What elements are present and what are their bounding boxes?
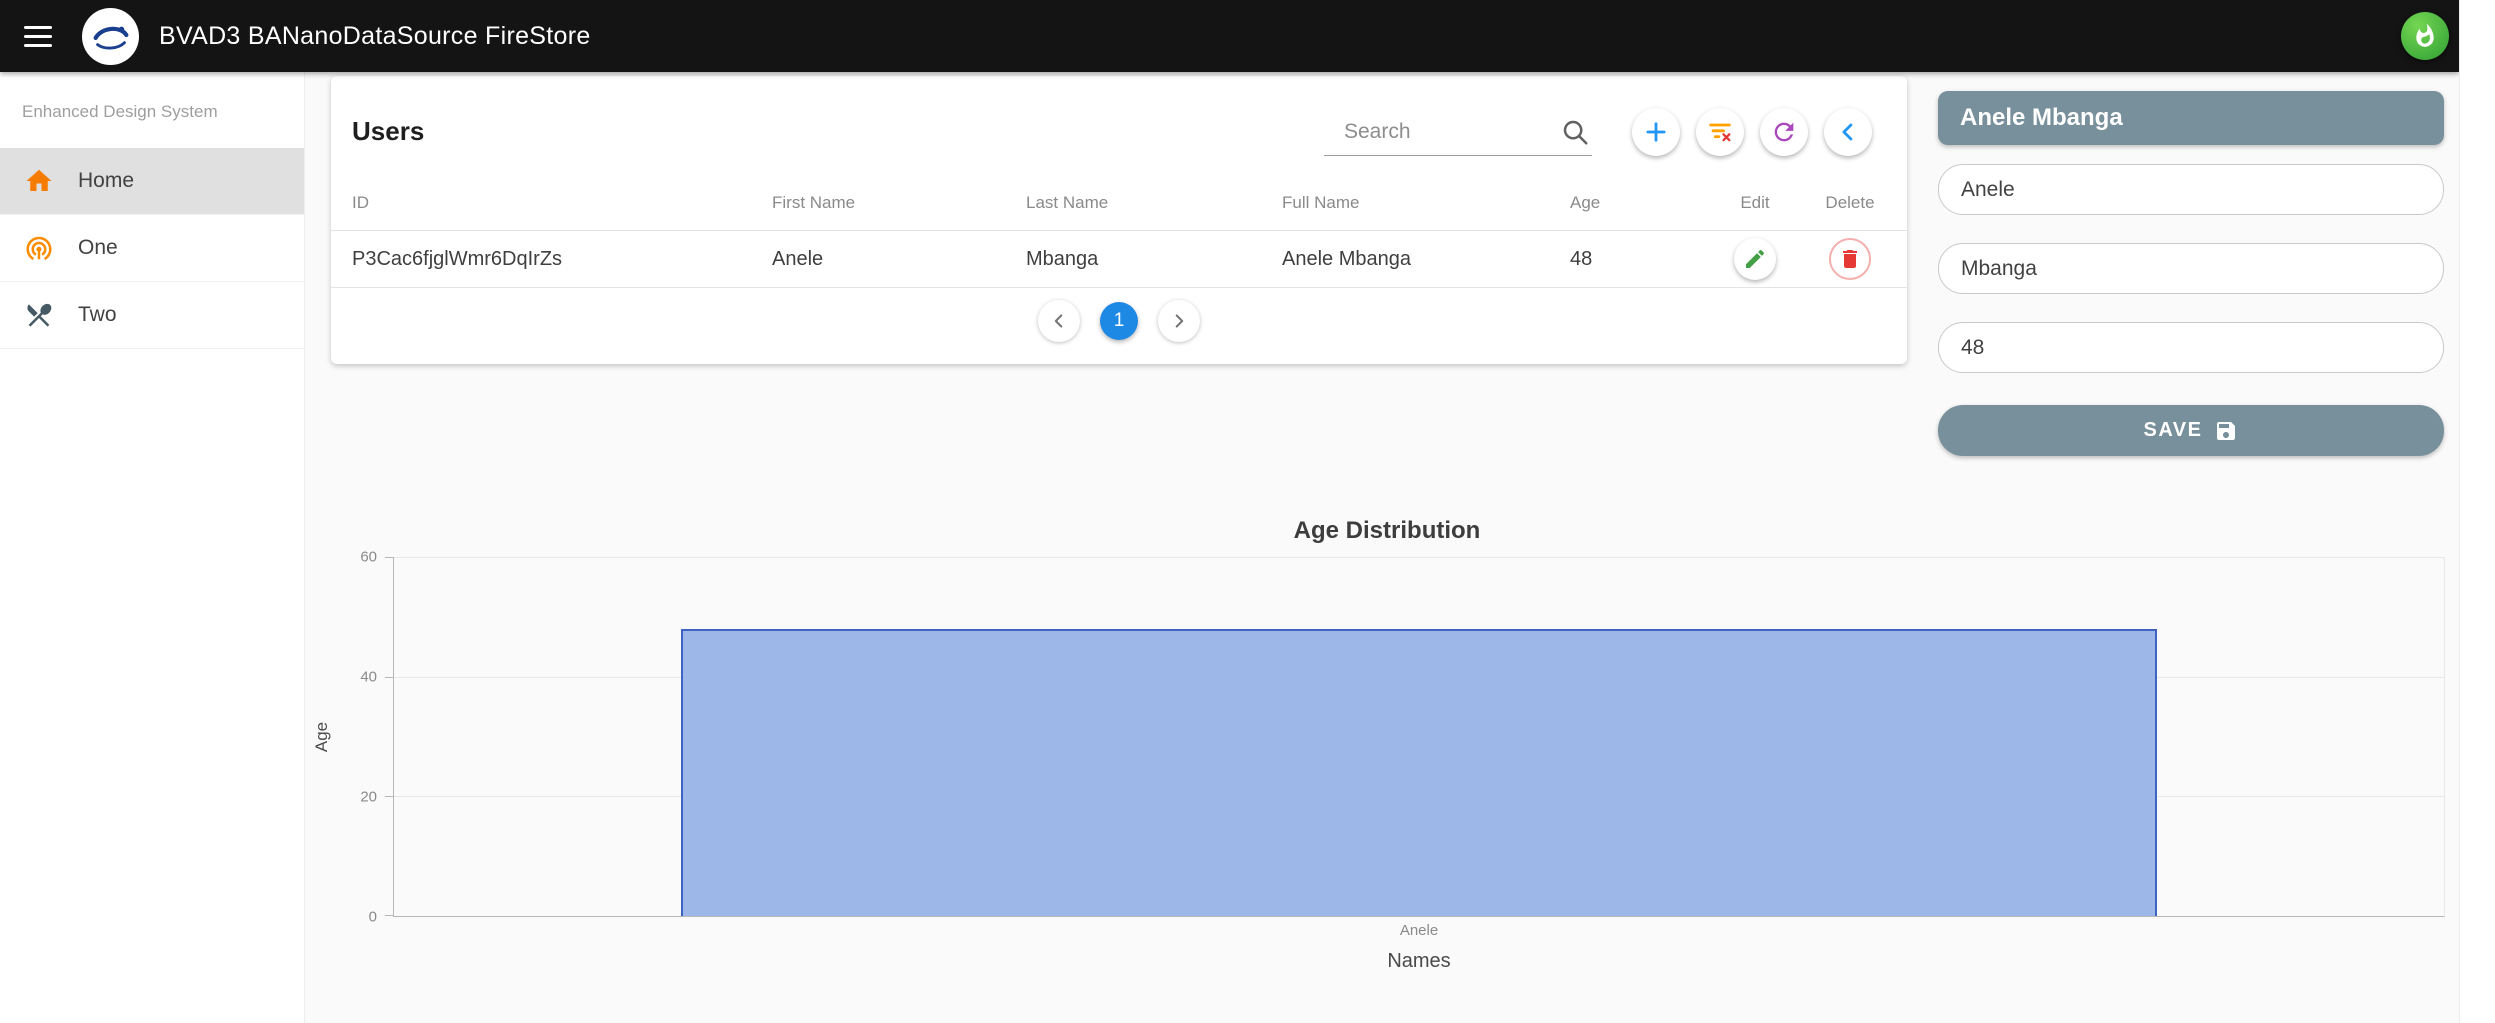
users-card-title: Users [352,116,425,146]
scrollbar[interactable] [2459,0,2495,1023]
collapse-panel-button[interactable] [1824,108,1872,156]
chart-tick-mark [385,915,393,916]
current-page-button[interactable]: 1 [1100,302,1138,340]
cell-first-name: Anele [772,247,824,270]
next-icon [1175,314,1184,328]
chart-tick-mark [385,796,393,798]
chart-plot [385,557,2445,917]
chart-x-axis: Anele [393,922,2445,944]
banano-fab-button[interactable] [2401,12,2449,60]
age-field[interactable] [1938,322,2444,373]
sidebar: Enhanced Design System Home One Two [0,72,305,1023]
app-logo [82,7,139,65]
column-header-first-name: First Name [772,192,856,212]
cell-full-name: Anele Mbanga [1282,247,1411,270]
save-button-label: SAVE [2143,419,2203,441]
last-name-field[interactable] [1938,243,2444,294]
add-record-button[interactable] [1632,108,1680,156]
prev-icon [1054,314,1063,328]
search-field [1324,108,1592,156]
record-header: Anele Mbanga [1938,91,2444,145]
table-header-row: ID First Name Last Name Full Name Age Ed… [331,175,1907,231]
chart-title: Age Distribution [1293,517,1481,544]
previous-page-button[interactable] [1038,300,1080,342]
cell-age: 48 [1570,247,1593,270]
chart-y-axis-label: Age [312,721,331,753]
sidebar-item-label: One [78,236,118,259]
cell-last-name: Mbanga [1026,247,1099,270]
column-header-delete: Delete [1825,192,1875,212]
hamburger-menu-button[interactable] [24,15,66,57]
pagination: 1 [331,300,1907,342]
chart-y-tick-label: 40 [360,668,377,686]
sidebar-item-two[interactable]: Two [0,282,304,349]
clear-filter-button[interactable] [1696,108,1744,156]
chart-gridline [394,557,2444,558]
hamburger-icon [24,43,52,47]
sidebar-subtitle: Enhanced Design System [22,102,218,121]
sidebar-item-label: Home [78,169,135,192]
chart-y-axis: 0 20 40 60 [333,549,385,926]
chart-tick-mark [385,676,393,678]
column-header-last-name: Last Name [1026,192,1109,212]
home-icon [26,169,52,191]
edit-icon [1746,249,1765,268]
column-header-edit: Edit [1740,192,1770,212]
refresh-icon [1774,122,1794,142]
table-row[interactable]: P3Cac6fjglWmr6DqIrZs Anele Mbanga Anele … [331,231,1907,288]
chart-y-tick-label: 20 [360,788,377,806]
first-name-field[interactable] [1938,164,2444,215]
delete-row-button[interactable] [1829,238,1871,280]
column-header-id: ID [352,192,369,212]
delete-icon [1843,250,1857,268]
chart-y-tick-label: 0 [368,908,377,926]
restaurant-icon [27,303,52,327]
users-card: Users Search ID First Name Last Name Ful… [331,76,1907,364]
save-button[interactable]: SAVE [1938,405,2444,456]
sidebar-item-label: Two [78,303,117,326]
sidebar-item-one[interactable]: One [0,215,304,282]
flame-icon [2416,23,2434,47]
filter-clear-icon [1709,123,1731,142]
chart-bar [681,628,2157,916]
search-input[interactable] [1324,119,1560,144]
chart-tick-mark [385,557,393,558]
next-page-button[interactable] [1158,300,1200,342]
cell-id: P3Cac6fjglWmr6DqIrZs [352,247,563,270]
app-title: BVAD3 BANanoDataSource FireStore [159,21,591,50]
chevron-left-icon [1842,123,1853,141]
hamburger-icon [24,34,52,38]
sidebar-item-home[interactable]: Home [0,148,304,215]
chart-x-tick-label: Anele [1399,922,1439,939]
edit-row-button[interactable] [1734,238,1776,280]
save-icon [2217,421,2236,440]
column-header-age: Age [1570,192,1601,212]
record-detail-panel: Anele Mbanga SAVE [1938,91,2444,456]
hamburger-icon [24,25,52,29]
add-icon [1646,122,1666,142]
column-header-full-name: Full Name [1282,192,1360,212]
search-icon [1563,120,1588,144]
logo-swoosh-icon [93,26,128,50]
chart-y-tick-label: 60 [360,548,377,566]
signal-icon [26,236,52,261]
app-bar: BVAD3 BANanoDataSource FireStore [0,0,2459,72]
chart-x-axis-label: Names [1387,950,1451,972]
refresh-button[interactable] [1760,108,1808,156]
